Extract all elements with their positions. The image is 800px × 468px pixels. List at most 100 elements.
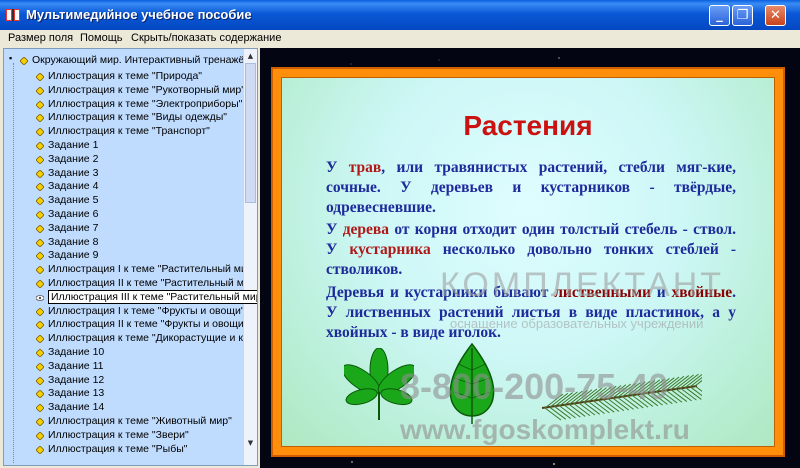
tree-item-label: Задание 2: [48, 152, 99, 165]
tree-item-label: Иллюстрация I к теме "Фрукты и овощи": [48, 304, 245, 317]
item-diamond-icon: [36, 169, 44, 178]
expand-icon[interactable]: ▪: [9, 53, 12, 63]
tree-item-label: Иллюстрация I к теме "Растительный ми: [48, 263, 247, 276]
tree-item[interactable]: Задание 5: [4, 194, 244, 208]
tree-item-label: Задание 12: [48, 373, 105, 386]
tree-item[interactable]: Задание 7: [4, 222, 244, 236]
minimize-button[interactable]: _: [709, 5, 730, 26]
tree-item[interactable]: Задание 11: [4, 360, 244, 374]
menu-help[interactable]: Помощь: [80, 32, 123, 44]
menu-toggle-contents[interactable]: Скрыть/показать содержание: [131, 32, 281, 44]
item-diamond-icon: [36, 73, 44, 81]
tree-item-label: Иллюстрация к теме "Виды одежды": [48, 111, 227, 124]
item-diamond-icon: [36, 224, 44, 233]
tree-item-label: Задание 14: [48, 401, 105, 414]
tree-item[interactable]: Иллюстрация к теме "Звери": [4, 429, 244, 443]
item-diamond-icon: [36, 362, 44, 371]
menu-field-size[interactable]: Размер поля: [8, 32, 73, 44]
app-book-icon: [6, 9, 20, 21]
scroll-up-icon[interactable]: ▲: [245, 50, 256, 62]
tree-item-label: Иллюстрация к теме "Транспорт": [48, 125, 210, 138]
item-diamond-icon: [36, 142, 44, 150]
item-diamond-icon: [36, 252, 44, 261]
tree-item-label: Иллюстрация к теме "Рукотворный мир": [48, 83, 245, 96]
item-diamond-icon: [36, 390, 44, 399]
tree-item-label: Иллюстрация II к теме "Растительный ми: [48, 277, 250, 289]
tree-item[interactable]: Иллюстрация к теме "Рыбы": [4, 443, 244, 457]
watermark-tagline: оснащение образовательных учреждений: [450, 316, 704, 331]
item-diamond-icon: [36, 431, 44, 440]
tree-item[interactable]: Иллюстрация I к теме "Фрукты и овощи": [4, 304, 245, 319]
tree-item[interactable]: Задание 10: [4, 346, 244, 360]
tree-item[interactable]: Иллюстрация к теме "Рукотворный мир": [4, 83, 245, 98]
tree-item-label: Задание 10: [48, 346, 105, 358]
window-title: Мультимедийное учебное пособие: [26, 7, 252, 22]
paragraph-1: У трав, или травянистых растений, стебли…: [326, 159, 736, 216]
item-diamond-icon: [36, 183, 44, 192]
tree-item[interactable]: Задание 12: [4, 374, 244, 388]
item-diamond-icon: [36, 100, 44, 109]
tree-item[interactable]: Иллюстрация II к теме "Фрукты и овощи: [4, 318, 244, 332]
folder-diamond-icon: [20, 57, 28, 65]
tree-item[interactable]: Иллюстрация I к теме "Растительный ми: [4, 263, 247, 277]
tree-item-label: Задание 1: [48, 139, 99, 151]
content-area: Растения У трав, или травянистых растени…: [260, 48, 800, 468]
item-diamond-icon: [36, 266, 44, 275]
item-diamond-icon: [36, 114, 44, 123]
tree-item-label: Иллюстрация к теме "Животный мир": [48, 415, 232, 427]
tree-item-label: Задание 13: [48, 387, 105, 400]
watermark-phone: 8-800-200-75-40: [400, 366, 669, 407]
watermark-url: www.fgoskomplekt.ru: [400, 414, 690, 445]
item-diamond-icon: [36, 418, 44, 426]
tree-item-label: Задание 4: [48, 180, 99, 193]
item-diamond-icon: [36, 307, 44, 316]
open-eye-icon: [36, 294, 44, 301]
scroll-down-icon[interactable]: ▼: [245, 437, 256, 449]
tree-item[interactable]: Иллюстрация к теме "Животный мир": [4, 415, 244, 429]
item-diamond-icon: [36, 349, 44, 357]
tree-item[interactable]: Задание 1: [4, 139, 244, 153]
tree-item[interactable]: Задание 2: [4, 153, 244, 167]
item-diamond-icon: [36, 197, 44, 206]
item-diamond-icon: [36, 335, 44, 344]
tree-item[interactable]: Задание 3: [4, 167, 244, 181]
item-diamond-icon: [36, 280, 44, 288]
contents-tree[interactable]: ▪ Окружающий мир. Интерактивный тренажё …: [3, 48, 258, 466]
tree-item-label: Задание 5: [48, 194, 99, 207]
tree-item-label: Иллюстрация к теме "Дикорастущие и ку: [48, 332, 249, 345]
tree-item-label: Задание 11: [48, 359, 104, 372]
close-button[interactable]: ✕: [765, 5, 786, 26]
tree-item-label: Задание 8: [48, 235, 99, 248]
tree-item[interactable]: Иллюстрация III к теме "Растительный мир…: [4, 289, 257, 305]
tree-item[interactable]: Задание 4: [4, 180, 244, 194]
tree-item[interactable]: Задание 8: [4, 236, 244, 250]
tree-item[interactable]: Иллюстрация к теме "Природа": [4, 70, 244, 84]
tree-item[interactable]: Задание 9: [4, 249, 244, 263]
restore-button[interactable]: ❐: [732, 5, 753, 26]
tree-item[interactable]: Задание 13: [4, 387, 244, 401]
tree-item[interactable]: Иллюстрация к теме "Виды одежды": [4, 111, 244, 125]
tree-item-label: Иллюстрация II к теме "Фрукты и овощи: [48, 318, 244, 331]
tree-item[interactable]: Иллюстрация к теме "Транспорт": [4, 125, 244, 139]
tree-item-label: Иллюстрация III к теме "Растительный мир…: [48, 289, 257, 304]
item-diamond-icon: [36, 376, 44, 385]
title-bar: Мультимедийное учебное пособие _ ❐ ✕: [0, 0, 800, 30]
tree-item[interactable]: Иллюстрация к теме "Электроприборы": [4, 98, 244, 112]
tree-root[interactable]: ▪ Окружающий мир. Интерактивный тренажё: [4, 53, 244, 68]
tree-item-label: Задание 3: [48, 166, 99, 179]
item-diamond-icon: [36, 238, 44, 247]
item-diamond-icon: [36, 321, 44, 330]
tree-item[interactable]: Задание 14: [4, 401, 244, 415]
item-diamond-icon: [36, 155, 44, 164]
scroll-thumb[interactable]: [245, 63, 256, 203]
tree-item-label: Иллюстрация к теме "Природа": [48, 70, 203, 82]
tree-item[interactable]: Иллюстрация к теме "Дикорастущие и ку: [4, 332, 248, 346]
tree-scrollbar[interactable]: ▲ ▼: [243, 49, 257, 465]
tree-item[interactable]: Задание 6: [4, 208, 244, 222]
menu-bar: Размер поля Помощь Скрыть/показать содер…: [0, 30, 800, 48]
item-diamond-icon: [36, 445, 44, 454]
slide-title: Растения: [463, 110, 593, 141]
tree-item-label: Иллюстрация к теме "Звери": [48, 428, 189, 441]
item-diamond-icon: [36, 404, 44, 413]
tree-item-label: Задание 6: [48, 208, 99, 220]
